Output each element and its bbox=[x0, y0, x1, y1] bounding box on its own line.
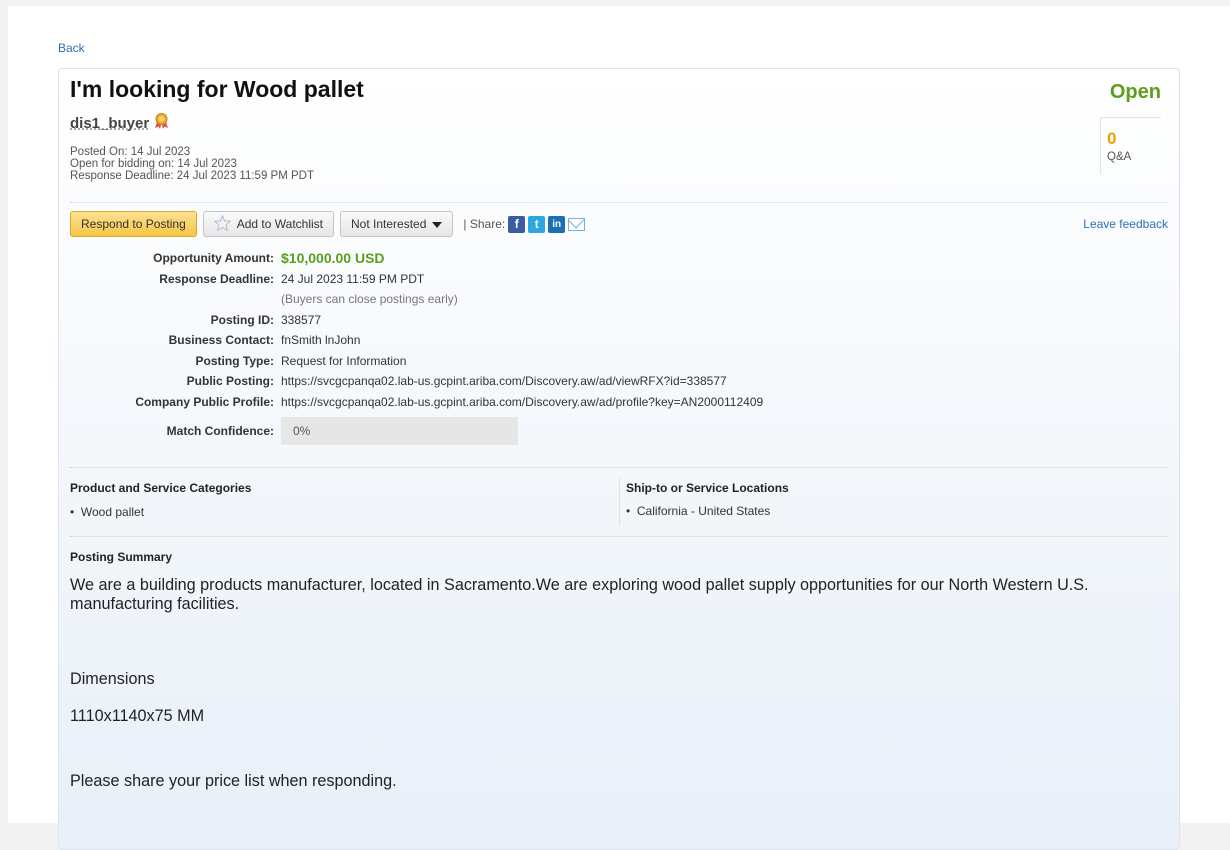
posting-meta: Posted On: 14 Jul 2023 Open for bidding … bbox=[70, 146, 314, 182]
page: Back I'm looking for Wood pallet Open di… bbox=[8, 6, 1230, 850]
watchlist-label: Add to Watchlist bbox=[236, 217, 324, 231]
facebook-icon[interactable]: f bbox=[508, 215, 526, 233]
share-group: | Share: f t in bbox=[463, 215, 586, 233]
divider bbox=[70, 536, 1168, 537]
posting-id-value: 338577 bbox=[281, 312, 322, 327]
categories-heading: Product and Service Categories bbox=[70, 481, 252, 495]
respond-to-posting-button[interactable]: Respond to Posting bbox=[70, 211, 197, 237]
detail-row-type: Posting Type: Request for Information bbox=[70, 351, 763, 372]
amount-value: $10,000.00 USD bbox=[281, 250, 385, 267]
response-deadline-meta: Response Deadline: 24 Jul 2023 11:59 PM … bbox=[70, 170, 314, 182]
qa-label: Q&A bbox=[1107, 151, 1132, 163]
deadline-note: (Buyers can close postings early) bbox=[281, 292, 458, 307]
contact-label: Business Contact: bbox=[168, 333, 274, 348]
posting-id-label: Posting ID: bbox=[210, 312, 274, 327]
company-profile-link[interactable]: https://svcgcpanqa02.lab-us.gcpint.ariba… bbox=[281, 395, 763, 409]
summary-heading: Posting Summary bbox=[70, 550, 173, 564]
amount-label: Opportunity Amount: bbox=[153, 251, 274, 266]
deadline-label: Response Deadline: bbox=[159, 271, 274, 286]
qa-count: 0 bbox=[1107, 129, 1117, 148]
category-item: • Wood pallet bbox=[70, 505, 145, 519]
match-confidence-label: Match Confidence: bbox=[166, 424, 274, 438]
summary-closing: Please share your price list when respon… bbox=[70, 772, 397, 790]
star-icon bbox=[213, 214, 231, 234]
qa-counter[interactable]: 0 Q&A bbox=[1100, 117, 1161, 174]
buyer-line: dis1_buyer bbox=[70, 113, 169, 134]
detail-row-company-profile: Company Public Profile: https://svcgcpan… bbox=[70, 392, 763, 413]
summary-paragraph: We are a building products manufacturer,… bbox=[70, 576, 1089, 613]
ribbon-award-icon bbox=[154, 113, 169, 134]
match-confidence-value: 0% bbox=[293, 424, 311, 438]
add-to-watchlist-button[interactable]: Add to Watchlist bbox=[202, 211, 335, 237]
deadline-value: 24 Jul 2023 11:59 PM PDT bbox=[281, 271, 425, 286]
detail-row-public-posting: Public Posting: https://svcgcpanqa02.lab… bbox=[70, 371, 763, 392]
back-link[interactable]: Back bbox=[58, 41, 85, 55]
location-item: • California - United States bbox=[626, 504, 771, 518]
open-for-bidding: Open for bidding on: 14 Jul 2023 bbox=[70, 158, 237, 170]
divider bbox=[70, 467, 1168, 468]
detail-row-deadline-note: (Buyers can close postings early) bbox=[70, 289, 763, 310]
linkedin-icon[interactable]: in bbox=[548, 215, 566, 233]
email-icon[interactable] bbox=[568, 217, 586, 231]
dimensions-value: 1110x1140x75 MM bbox=[70, 707, 205, 725]
leave-feedback-link[interactable]: Leave feedback bbox=[1083, 217, 1168, 231]
divider bbox=[70, 202, 1168, 203]
public-posting-label: Public Posting: bbox=[186, 374, 274, 389]
posting-type-value: Request for Information bbox=[281, 353, 407, 368]
posting-type-label: Posting Type: bbox=[195, 353, 274, 368]
detail-row-deadline: Response Deadline: 24 Jul 2023 11:59 PM … bbox=[70, 269, 763, 290]
dimensions-heading: Dimensions bbox=[70, 670, 155, 688]
buyer-name-link[interactable]: dis1_buyer bbox=[70, 115, 149, 132]
location-item-label: California - United States bbox=[636, 504, 771, 518]
company-profile-label: Company Public Profile: bbox=[135, 394, 274, 409]
twitter-icon[interactable]: t bbox=[528, 215, 546, 233]
posting-card: I'm looking for Wood pallet Open dis1_bu… bbox=[58, 68, 1180, 850]
column-divider bbox=[619, 478, 620, 525]
match-confidence-bar: 0% bbox=[281, 417, 518, 445]
detail-row-match: Match Confidence: 0% bbox=[70, 412, 763, 450]
not-interested-dropdown[interactable]: Not Interested bbox=[340, 211, 454, 237]
share-label: | Share: bbox=[463, 217, 506, 231]
caret-down-icon bbox=[432, 217, 443, 231]
posting-title: I'm looking for Wood pallet bbox=[70, 76, 364, 102]
public-posting-link[interactable]: https://svcgcpanqa02.lab-us.gcpint.ariba… bbox=[281, 374, 727, 388]
category-item-label: Wood pallet bbox=[80, 505, 145, 519]
posted-on: Posted On: 14 Jul 2023 bbox=[70, 146, 191, 158]
detail-row-contact: Business Contact: fnSmith lnJohn bbox=[70, 330, 763, 351]
detail-row-amount: Opportunity Amount: $10,000.00 USD bbox=[70, 248, 763, 269]
status-badge: Open bbox=[1109, 81, 1161, 103]
contact-value: fnSmith lnJohn bbox=[281, 333, 361, 348]
not-interested-label: Not Interested bbox=[351, 217, 427, 231]
posting-details: Opportunity Amount: $10,000.00 USD Respo… bbox=[70, 248, 763, 450]
action-toolbar: Respond to Posting Add to Watchlist Not … bbox=[70, 210, 1168, 238]
detail-row-posting-id: Posting ID: 338577 bbox=[70, 310, 763, 331]
locations-heading: Ship-to or Service Locations bbox=[626, 481, 789, 495]
